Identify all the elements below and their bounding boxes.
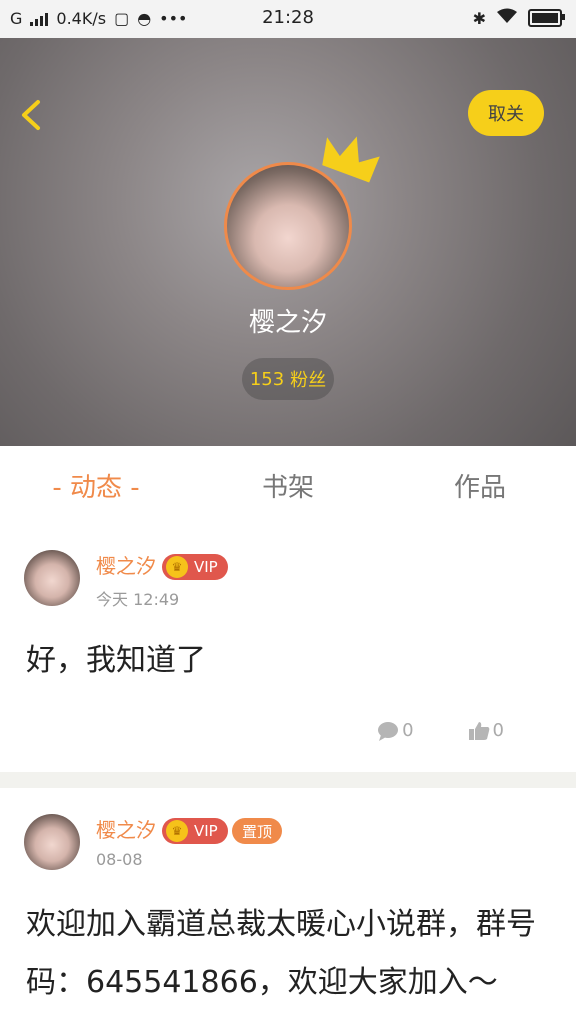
post-actions: 0 0 <box>377 720 504 741</box>
tab-activity[interactable]: - 动态 - <box>0 446 192 524</box>
vip-label: VIP <box>194 822 218 840</box>
profile-header: 取关 樱之汐 153 粉丝 <box>0 38 576 446</box>
fans-label: 粉丝 <box>290 370 327 391</box>
post-time: 08-08 <box>96 850 143 869</box>
pinned-badge: 置顶 <box>232 818 283 844</box>
like-count: 0 <box>492 720 504 741</box>
like-button[interactable]: 0 <box>468 720 504 741</box>
comment-button[interactable]: 0 <box>377 720 414 741</box>
vip-badge: ♛ VIP <box>162 818 228 844</box>
status-bar: G 0.4K/s ▢ ◓ ••• 21:28 ✱ <box>0 0 576 38</box>
post-divider <box>0 772 576 788</box>
status-right: ✱ <box>472 8 565 28</box>
battery-icon <box>528 9 565 27</box>
post-time: 今天 12:49 <box>96 590 180 609</box>
post-card[interactable]: 樱之汐 ♛ VIP 今天 12:49 好，我知道了 0 0 <box>0 524 576 772</box>
profile-name: 樱之汐 <box>248 308 327 338</box>
crown-icon <box>322 136 380 183</box>
crown-coin-icon: ♛ <box>166 820 188 842</box>
post-card[interactable]: 樱之汐 ♛ VIP 置顶 08-08 欢迎加入霸道总裁太暖心小说群，群号码：64… <box>0 788 576 1024</box>
crown-coin-icon: ♛ <box>166 556 188 578</box>
thumbs-up-icon <box>468 722 489 740</box>
avatar[interactable] <box>24 550 80 606</box>
post-text: 欢迎加入霸道总裁太暖心小说群，群号码：645541866，欢迎大家加入～ <box>26 907 536 1000</box>
wifi-icon <box>496 8 518 28</box>
post-author[interactable]: 樱之汐 <box>96 550 156 579</box>
chevron-left-icon <box>22 100 40 130</box>
bluetooth-icon: ✱ <box>472 8 486 28</box>
fans-count: 153 <box>249 368 285 390</box>
comment-icon <box>378 722 399 741</box>
vip-badge: ♛ VIP <box>162 554 228 580</box>
comment-count: 0 <box>402 720 414 741</box>
post-text: 好，我知道了 <box>26 643 206 678</box>
unfollow-button[interactable]: 取关 <box>468 90 544 136</box>
avatar[interactable] <box>24 814 80 870</box>
post-author[interactable]: 樱之汐 <box>96 814 156 843</box>
tab-works[interactable]: 作品 <box>384 446 576 524</box>
back-button[interactable] <box>14 98 48 132</box>
vip-label: VIP <box>194 558 218 576</box>
profile-tabs: - 动态 - 书架 作品 <box>0 446 576 525</box>
fans-count-badge[interactable]: 153 粉丝 <box>242 358 334 400</box>
tab-bookshelf[interactable]: 书架 <box>192 446 384 524</box>
